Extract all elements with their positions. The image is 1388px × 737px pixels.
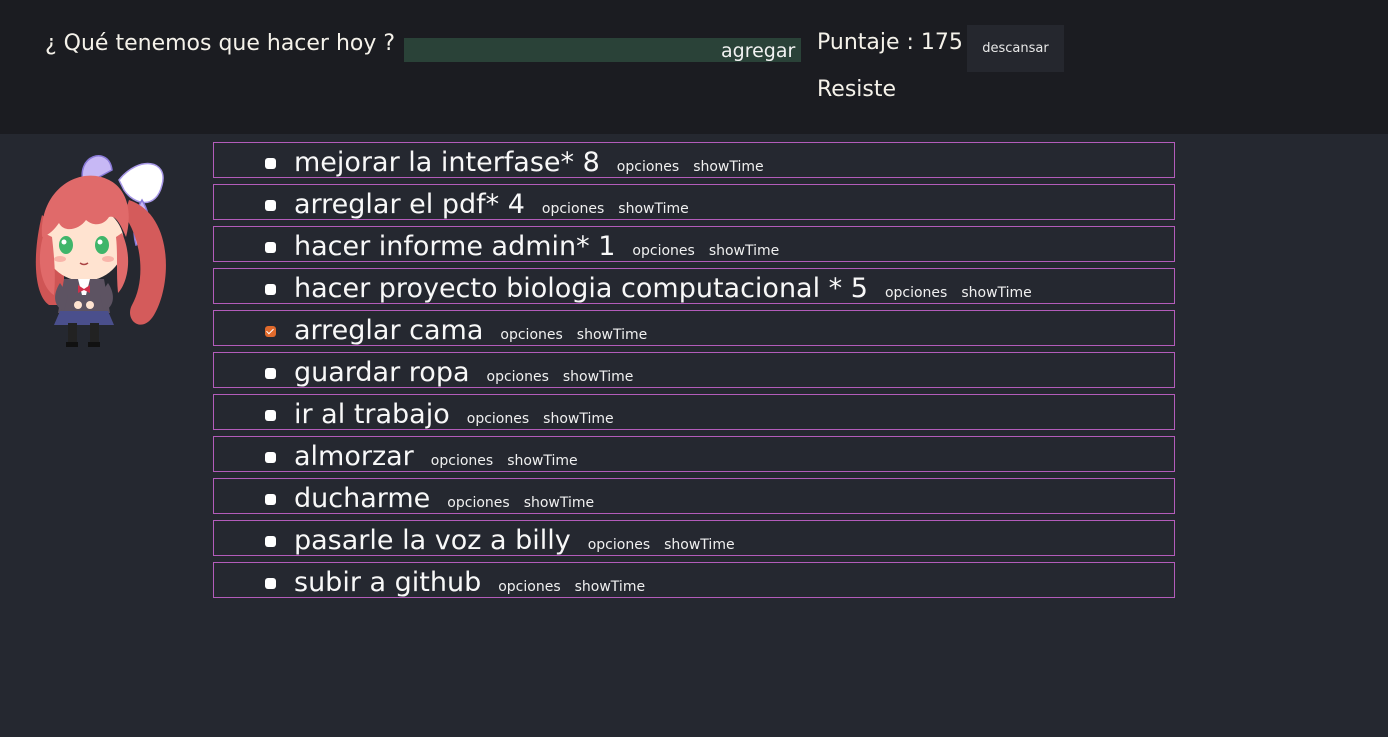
- task-showtime-link[interactable]: showTime: [563, 369, 633, 385]
- task-options-link[interactable]: opciones: [431, 453, 493, 469]
- task-showtime-link[interactable]: showTime: [618, 201, 688, 217]
- task-checkbox[interactable]: [265, 368, 276, 379]
- task-body: arreglar cama opciones showTime: [294, 317, 647, 344]
- task-row: ir al trabajo opciones showTime: [213, 394, 1175, 430]
- task-showtime-link[interactable]: showTime: [543, 411, 613, 427]
- task-checkbox[interactable]: [265, 326, 276, 337]
- task-checkbox[interactable]: [265, 452, 276, 463]
- task-options-link[interactable]: opciones: [500, 327, 562, 343]
- task-showtime-link[interactable]: showTime: [577, 327, 647, 343]
- task-checkbox[interactable]: [265, 578, 276, 589]
- task-checkbox[interactable]: [265, 158, 276, 169]
- task-row: almorzar opciones showTime: [213, 436, 1175, 472]
- task-showtime-link[interactable]: showTime: [507, 453, 577, 469]
- task-options-link[interactable]: opciones: [588, 537, 650, 553]
- task-row: pasarle la voz a billy opciones showTime: [213, 520, 1175, 556]
- task-checkbox[interactable]: [265, 536, 276, 547]
- task-options-link[interactable]: opciones: [487, 369, 549, 385]
- status-message: Resiste: [817, 77, 897, 102]
- task-checkbox[interactable]: [265, 200, 276, 211]
- task-prompt: ¿ Qué tenemos que hacer hoy ?: [45, 31, 396, 56]
- task-options-link[interactable]: opciones: [885, 285, 947, 301]
- task-body: ir al trabajo opciones showTime: [294, 401, 614, 428]
- score-label: Puntaje : 175: [817, 30, 963, 55]
- task-body: almorzar opciones showTime: [294, 443, 578, 470]
- task-name: pasarle la voz a billy: [294, 525, 571, 556]
- task-row: guardar ropa opciones showTime: [213, 352, 1175, 388]
- anime-girl-avatar-icon: [35, 155, 166, 347]
- task-list: mejorar la interfase* 8 opciones showTime a…: [213, 142, 1175, 604]
- add-task-button[interactable]: agregar: [716, 38, 801, 62]
- task-showtime-link[interactable]: showTime: [693, 159, 763, 175]
- task-row: subir a github opciones showTime: [213, 562, 1175, 598]
- task-showtime-link[interactable]: showTime: [664, 537, 734, 553]
- task-row: hacer informe admin* 1 opciones showTime: [213, 226, 1175, 262]
- new-task-input[interactable]: [404, 38, 716, 62]
- task-row: arreglar el pdf* 4 opciones showTime: [213, 184, 1175, 220]
- task-name: hacer informe admin* 1: [294, 231, 616, 262]
- header-bar: ¿ Qué tenemos que hacer hoy ? agregar Pu…: [0, 0, 1388, 134]
- task-body: arreglar el pdf* 4 opciones showTime: [294, 191, 689, 218]
- task-name: subir a github: [294, 567, 482, 598]
- task-showtime-link[interactable]: showTime: [709, 243, 779, 259]
- task-body: pasarle la voz a billy opciones showTime: [294, 527, 735, 554]
- task-name: guardar ropa: [294, 357, 470, 388]
- task-showtime-link[interactable]: showTime: [524, 495, 594, 511]
- task-name: arreglar cama: [294, 315, 484, 346]
- task-checkbox[interactable]: [265, 410, 276, 421]
- task-name: mejorar la interfase* 8: [294, 147, 600, 178]
- task-row: mejorar la interfase* 8 opciones showTime: [213, 142, 1175, 178]
- task-body: guardar ropa opciones showTime: [294, 359, 633, 386]
- task-checkbox[interactable]: [265, 284, 276, 295]
- task-name: ducharme: [294, 483, 431, 514]
- task-checkbox[interactable]: [265, 242, 276, 253]
- task-body: ducharme opciones showTime: [294, 485, 594, 512]
- task-name: ir al trabajo: [294, 399, 450, 430]
- task-checkbox[interactable]: [265, 494, 276, 505]
- avatar-image: [24, 145, 174, 350]
- task-showtime-link[interactable]: showTime: [961, 285, 1031, 301]
- task-body: hacer proyecto biologia computacional * …: [294, 275, 1032, 302]
- task-body: mejorar la interfase* 8 opciones showTime: [294, 149, 764, 176]
- task-options-link[interactable]: opciones: [467, 411, 529, 427]
- task-row: arreglar cama opciones showTime: [213, 310, 1175, 346]
- task-name: hacer proyecto biologia computacional * …: [294, 273, 868, 304]
- task-options-link[interactable]: opciones: [617, 159, 679, 175]
- task-options-link[interactable]: opciones: [498, 579, 560, 595]
- task-options-link[interactable]: opciones: [447, 495, 509, 511]
- task-row: hacer proyecto biologia computacional * …: [213, 268, 1175, 304]
- task-options-link[interactable]: opciones: [542, 201, 604, 217]
- task-body: hacer informe admin* 1 opciones showTime: [294, 233, 779, 260]
- task-row: ducharme opciones showTime: [213, 478, 1175, 514]
- task-showtime-link[interactable]: showTime: [575, 579, 645, 595]
- task-name: arreglar el pdf* 4: [294, 189, 525, 220]
- task-options-link[interactable]: opciones: [632, 243, 694, 259]
- task-name: almorzar: [294, 441, 414, 472]
- task-body: subir a github opciones showTime: [294, 569, 645, 596]
- rest-button[interactable]: descansar: [967, 25, 1064, 72]
